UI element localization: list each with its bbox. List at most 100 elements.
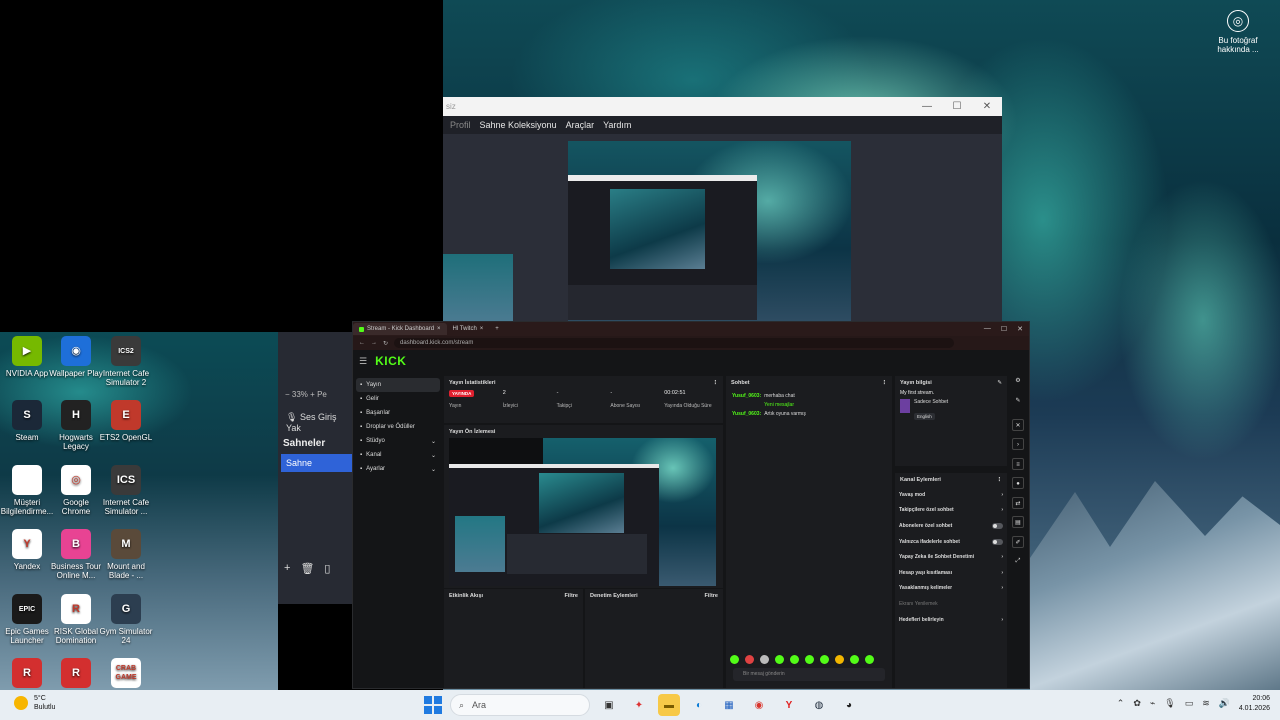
more-icon[interactable]: ⋮ (997, 477, 1003, 483)
obs-icon[interactable]: ◕ (838, 694, 860, 716)
steam-icon[interactable]: ◍ (808, 694, 830, 716)
app-tray-icon[interactable]: ✿ (1133, 698, 1141, 709)
edit-icon[interactable]: ✎ (1012, 395, 1024, 407)
activity-filter[interactable]: Filtre (565, 593, 578, 599)
close-icon[interactable]: ✕ (972, 101, 1002, 112)
display-icon[interactable]: ▭ (1185, 698, 1194, 709)
emote-icon[interactable] (775, 655, 784, 664)
toggle-switch[interactable] (992, 538, 1003, 545)
menu-icon[interactable]: ☰ (359, 356, 367, 367)
menu-araclar[interactable]: Araçlar (566, 120, 595, 130)
list-icon[interactable]: ≡ (1012, 457, 1024, 470)
emote-icon[interactable] (850, 655, 859, 664)
more-icon[interactable]: ⋮ (882, 380, 888, 386)
filter-icon[interactable]: ▯ (324, 562, 330, 575)
channel-action-item[interactable]: Yasaklanmış kelimeler › (895, 581, 1007, 597)
chrome-icon[interactable]: ◉ (748, 694, 770, 716)
edit-icon[interactable]: ✎ (997, 380, 1002, 386)
obs-mic-source[interactable]: 🎙 Ses Giriş Yak (286, 412, 353, 433)
file-explorer-icon[interactable]: ▬ (658, 694, 680, 716)
scene-item[interactable]: Sahne (281, 454, 353, 472)
url-field[interactable]: dashboard.kick.com/stream (394, 338, 955, 348)
emote-icon[interactable] (730, 655, 739, 664)
channel-action-item[interactable]: Hesap yaşı kısıtlaması › (895, 565, 1007, 581)
channel-action-item[interactable]: Yalnızca ifadelerle sohbet (895, 534, 1007, 550)
channel-action-item[interactable]: Ekranı Yenilemek (895, 596, 1007, 612)
menu-profil[interactable]: Profil (450, 120, 471, 130)
wifi-icon[interactable]: ≋ (1202, 698, 1210, 709)
sidebar-item[interactable]: ▪ Kanal ⌄ (356, 448, 440, 462)
sidebar-item[interactable]: ▪ Ayarlar ⌄ (356, 462, 440, 476)
collapse-icon[interactable]: ⤢ (1012, 555, 1024, 567)
taskbar-search[interactable]: ⌕ Ara (450, 694, 590, 716)
maximize-icon[interactable]: ☐ (942, 101, 972, 112)
emote-icon[interactable] (760, 655, 769, 664)
swap-icon[interactable]: ⇄ (1012, 496, 1024, 509)
yandex-icon[interactable]: Y (778, 694, 800, 716)
store-icon[interactable]: ▦ (718, 694, 740, 716)
desktop-icon[interactable]: Müşteri Bilgilendirme... (0, 465, 54, 516)
desktop-icon[interactable]: ▶ NVIDIA App (0, 336, 54, 378)
photo-info-button[interactable]: ◎ Bu fotoğraf hakkında ... (1208, 10, 1268, 54)
chevron-up-icon[interactable]: ⌃ (1117, 698, 1125, 709)
chat-icon[interactable]: ▤ (1012, 516, 1024, 528)
desktop-icon[interactable]: H Hogwarts Legacy (49, 400, 103, 451)
emote-icon[interactable] (865, 655, 874, 664)
pen-icon[interactable]: ✐ (1012, 535, 1024, 548)
maximize-icon[interactable]: ☐ (1001, 325, 1007, 333)
weather-widget[interactable]: 5°C Bulutlu (10, 694, 55, 712)
volume-icon[interactable]: 🔊 (1219, 698, 1230, 709)
desktop-icon[interactable]: R (0, 658, 54, 691)
desktop-icon[interactable]: Y Yandex (0, 529, 54, 571)
desktop-icon[interactable]: R RISK Global Domination (49, 594, 103, 645)
desktop-icon[interactable]: CRAB GAME (99, 658, 153, 691)
forward-icon[interactable]: › (1012, 438, 1024, 450)
emote-icon[interactable] (790, 655, 799, 664)
channel-action-item[interactable]: Takipçilere özel sohbet › (895, 503, 1007, 519)
sidebar-item[interactable]: ▪ Droplar ve Ödüller (356, 420, 440, 434)
sidebar-item[interactable]: ▪ Stüdyo ⌄ (356, 434, 440, 448)
desktop-icon[interactable]: E ETS2 OpenGL (99, 400, 153, 442)
emote-icon[interactable] (745, 655, 754, 664)
add-icon[interactable]: + (284, 562, 290, 575)
sidebar-item[interactable]: ▪ Başarılar (356, 406, 440, 420)
more-icon[interactable]: ⋮ (713, 380, 719, 386)
record-icon[interactable]: ● (1012, 477, 1024, 489)
channel-action-item[interactable]: Abonelere özel sohbet (895, 518, 1007, 534)
obs-zoom[interactable]: − 33% + Pe (285, 390, 327, 399)
back-icon[interactable]: ← (359, 340, 365, 346)
emote-icon[interactable] (805, 655, 814, 664)
desktop-icon[interactable]: ◎ Google Chrome (49, 465, 103, 516)
copilot-icon[interactable]: ✦ (628, 694, 650, 716)
channel-action-item[interactable]: Yapay Zeka ile Sohbet Denetimi › (895, 549, 1007, 565)
desktop-icon[interactable]: ICS2 Internet Cafe Simulator 2 (99, 336, 153, 387)
desktop-icon[interactable]: M Mount and Blade - ... (99, 529, 153, 580)
expand-icon[interactable]: ✕ (1012, 418, 1024, 431)
chat-input[interactable]: Bir mesaj gönderin (733, 668, 885, 681)
new-tab-button[interactable]: + (489, 323, 505, 335)
toggle-switch[interactable] (992, 522, 1003, 529)
desktop-icon[interactable]: S Steam (0, 400, 54, 442)
emote-icon[interactable] (835, 655, 844, 664)
menu-sahne-koleksiyonu[interactable]: Sahne Koleksiyonu (480, 120, 557, 130)
minimize-icon[interactable]: — (912, 101, 942, 112)
reload-icon[interactable]: ↻ (383, 340, 388, 347)
network-icon[interactable]: ⌁ (1150, 698, 1155, 709)
kick-logo[interactable]: KICK (375, 354, 406, 368)
desktop-icon[interactable]: R (49, 658, 103, 691)
moderation-filter[interactable]: Filtre (705, 593, 718, 599)
forward-icon[interactable]: → (371, 340, 377, 346)
sidebar-item[interactable]: ▪ Gelir (356, 392, 440, 406)
close-icon[interactable]: ✕ (1017, 325, 1023, 333)
channel-action-item[interactable]: Yavaş mod › (895, 487, 1007, 503)
mic-icon[interactable]: 🎙 (1164, 698, 1175, 709)
task-view-icon[interactable]: ▣ (598, 694, 620, 716)
sidebar-item[interactable]: ▪ Yayın (356, 378, 440, 392)
desktop-icon[interactable]: ◉ Wallpaper Play (49, 336, 103, 378)
menu-yardim[interactable]: Yardım (603, 120, 631, 130)
windows-start-icon[interactable] (424, 696, 442, 714)
desktop-icon[interactable]: ICS Internet Cafe Simulator ... (99, 465, 153, 516)
tab-kick-dashboard[interactable]: Stream - Kick Dashboard × (353, 323, 447, 335)
settings-icon[interactable]: ⚙ (1012, 375, 1024, 387)
clock[interactable]: 20:06 4.01.2026 (1239, 694, 1270, 714)
